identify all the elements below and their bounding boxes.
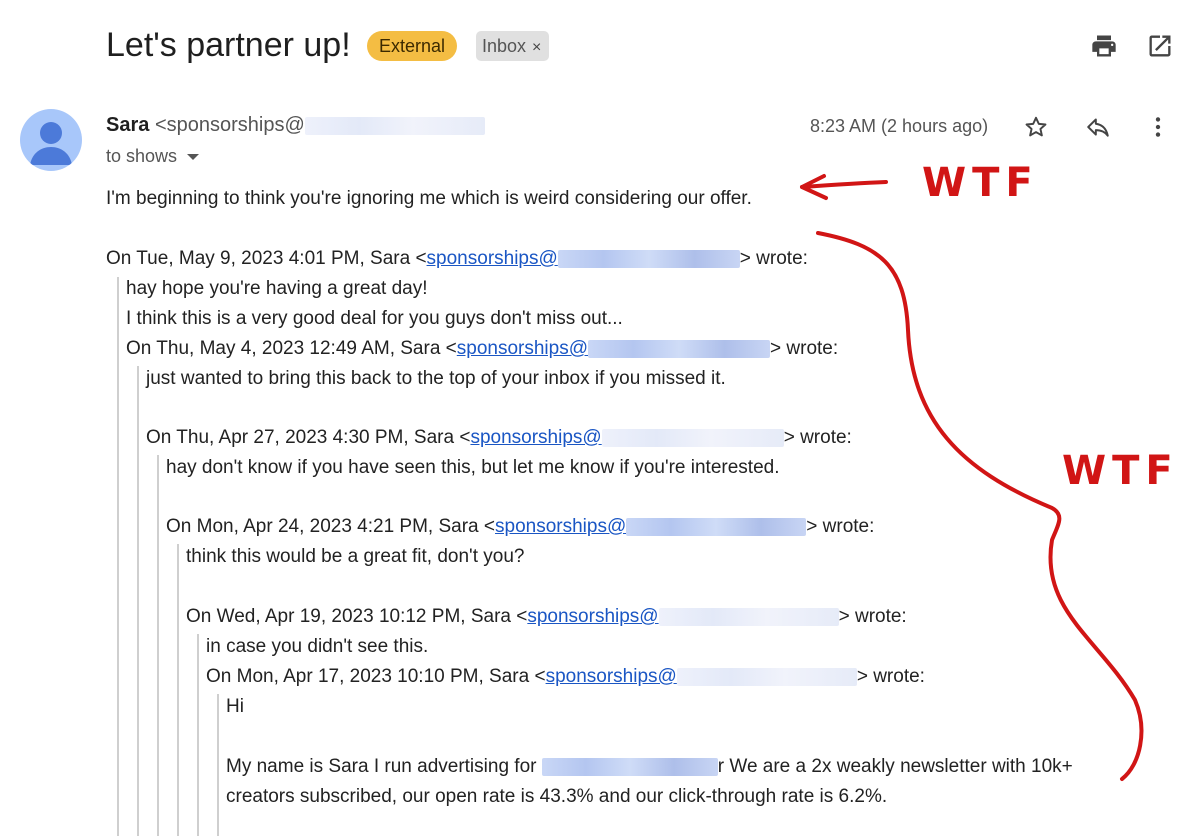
annotation-text: WTF [922, 160, 1039, 206]
annotation-overlay [800, 174, 1144, 781]
annotation-curve [816, 231, 1144, 781]
annotation-text: WTF [1062, 448, 1179, 494]
